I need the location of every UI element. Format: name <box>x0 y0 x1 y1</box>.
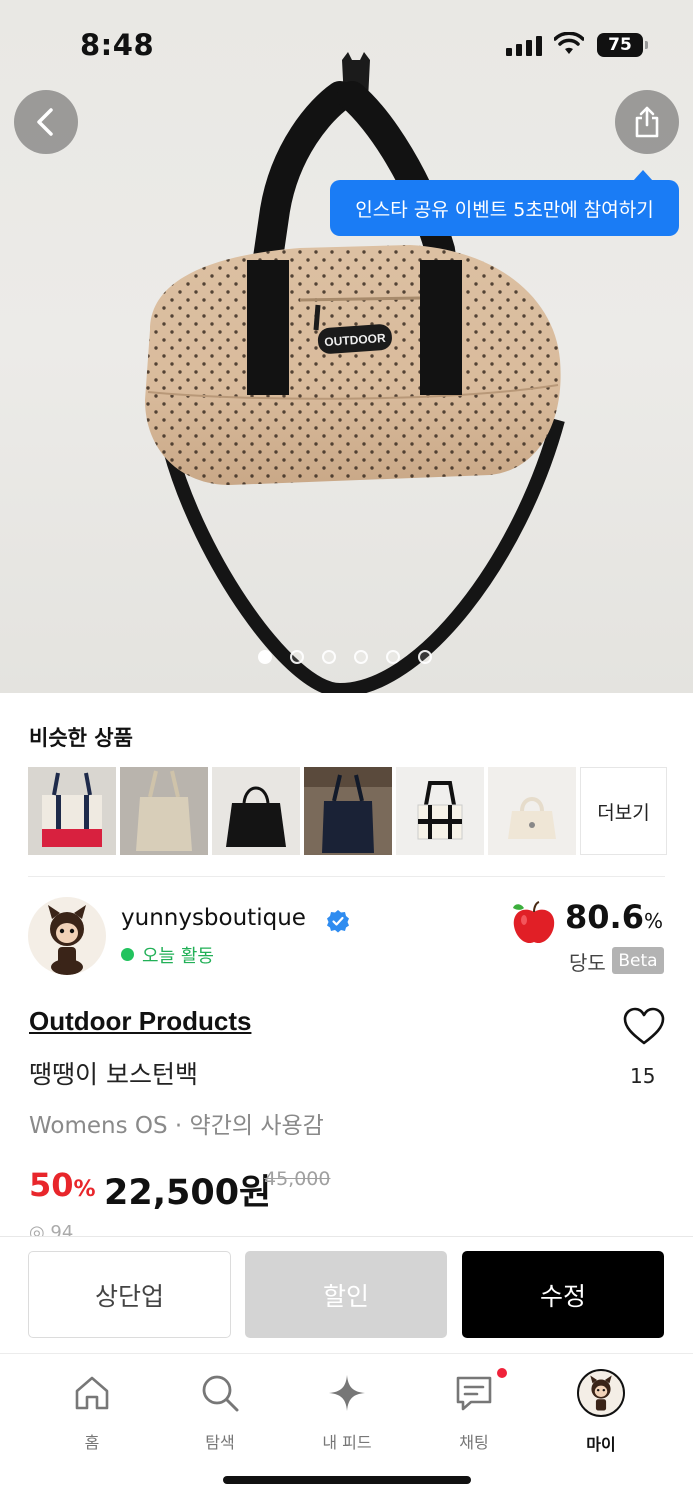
pagination-dot[interactable] <box>386 650 400 664</box>
similar-products-title: 비슷한 상품 <box>29 726 133 750</box>
similar-products-row: 더보기 <box>28 767 667 855</box>
like-count: 15 <box>630 1064 656 1088</box>
tab-label: 내 피드 <box>322 1433 372 1452</box>
tab-search[interactable]: 탐색 <box>170 1371 270 1453</box>
pagination-dot[interactable] <box>322 650 336 664</box>
view-count: ◎ 94 <box>29 1222 74 1236</box>
seller-avatar[interactable] <box>28 897 106 975</box>
share-button[interactable] <box>615 90 679 154</box>
share-event-tooltip[interactable]: 인스타 공유 이벤트 5초만에 참여하기 <box>330 170 679 236</box>
tote-thumbnail-art <box>417 781 463 840</box>
tab-chat[interactable]: 채팅 <box>424 1371 524 1453</box>
search-icon <box>198 1371 242 1415</box>
cat-character-avatar <box>48 905 86 975</box>
apple-icon <box>513 901 555 944</box>
pagination-dot[interactable] <box>354 650 368 664</box>
online-status-dot <box>121 948 134 961</box>
pagination-dot[interactable] <box>258 650 272 664</box>
brand-link[interactable]: Outdoor Products <box>29 1006 251 1037</box>
tote-thumbnail-art <box>42 772 102 847</box>
bump-button[interactable]: 상단업 <box>28 1251 231 1338</box>
similar-product-thumbnail[interactable] <box>488 767 576 855</box>
status-bar: 8:48 75 <box>0 0 693 90</box>
status-time: 8:48 <box>80 28 155 62</box>
share-icon <box>635 106 659 138</box>
similar-product-thumbnail[interactable] <box>396 767 484 855</box>
cellular-signal-icon <box>506 36 542 56</box>
pagination-dot[interactable] <box>290 650 304 664</box>
seller-name[interactable]: yunnysboutique <box>121 905 306 931</box>
tab-label: 홈 <box>84 1433 100 1452</box>
sale-price: 22,500원 <box>104 1173 272 1213</box>
tab-label: 채팅 <box>459 1433 489 1452</box>
profile-avatar <box>577 1369 625 1417</box>
discount-unit: % <box>73 1177 96 1202</box>
seller-score[interactable]: 80.6% <box>565 898 663 936</box>
tab-my[interactable]: 마이 <box>551 1369 651 1455</box>
more-similar-button[interactable]: 더보기 <box>580 767 667 855</box>
product-size-condition: Womens OS · 약간의 사용감 <box>29 1113 324 1139</box>
tote-thumbnail-art <box>136 770 192 851</box>
chat-icon <box>452 1371 496 1415</box>
edit-button[interactable]: 수정 <box>462 1251 664 1338</box>
similar-product-thumbnail[interactable] <box>212 767 300 855</box>
seller-score-unit: % <box>643 909 663 933</box>
tote-thumbnail-art <box>304 767 392 853</box>
product-photo[interactable]: OUTDOOR 8:48 75 인스타 공유 이벤트 5초만에 참여하기 <box>0 0 693 693</box>
section-divider <box>28 876 665 877</box>
heart-icon[interactable] <box>622 1006 666 1046</box>
photo-pagination <box>258 650 432 664</box>
home-icon <box>70 1371 114 1415</box>
tote-thumbnail-art <box>226 786 286 847</box>
sparkle-icon <box>325 1371 369 1415</box>
back-button[interactable] <box>14 90 78 154</box>
tab-home[interactable]: 홈 <box>42 1371 142 1453</box>
beta-badge: Beta <box>612 947 664 974</box>
tab-feed[interactable]: 내 피드 <box>297 1371 397 1453</box>
bag-photo-illustration: OUTDOOR <box>145 52 565 693</box>
home-indicator <box>223 1476 471 1484</box>
tab-label: 마이 <box>586 1435 616 1454</box>
similar-product-thumbnail[interactable] <box>28 767 116 855</box>
seller-activity-status: 오늘 활동 <box>142 946 214 967</box>
seller-score-label: 당도 <box>569 951 606 975</box>
discount-value: 50 <box>29 1166 74 1204</box>
wifi-icon <box>554 32 584 54</box>
verified-badge-icon <box>327 910 349 933</box>
similar-product-thumbnail[interactable] <box>120 767 208 855</box>
action-bar: 상단업 할인 수정 <box>0 1236 693 1354</box>
product-title: 땡땡이 보스턴백 <box>29 1060 198 1089</box>
pagination-dot[interactable] <box>418 650 432 664</box>
chevron-left-icon <box>37 108 53 136</box>
battery-indicator: 75 <box>597 33 648 57</box>
discount-rate: 50% <box>29 1166 96 1204</box>
seller-score-value: 80.6 <box>565 898 644 936</box>
discount-button[interactable]: 할인 <box>245 1251 447 1338</box>
similar-product-thumbnail[interactable] <box>304 767 392 855</box>
chat-notification-badge <box>497 1368 507 1378</box>
tote-thumbnail-art <box>508 797 556 839</box>
original-price: 45,000 <box>264 1168 331 1190</box>
tab-label: 탐색 <box>205 1433 235 1452</box>
